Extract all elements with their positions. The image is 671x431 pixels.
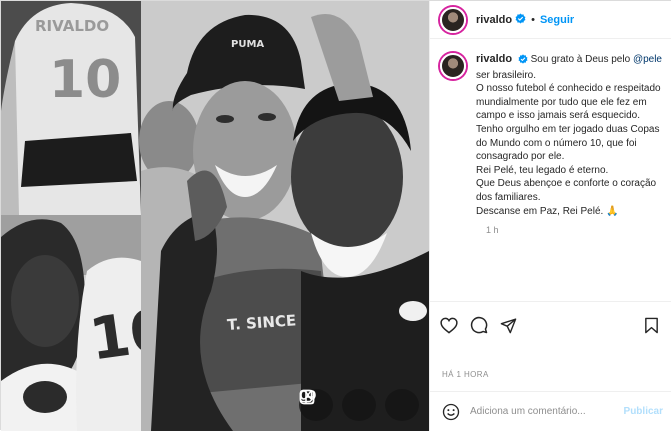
caption-row: rivaldo Sou grato à Deus pelo @pele ser … xyxy=(440,53,663,218)
post-timestamp[interactable]: HÁ 1 HORA xyxy=(442,370,489,379)
jersey-back-number: 10 xyxy=(49,50,121,110)
gallery-icon[interactable] xyxy=(299,389,419,421)
caption-age[interactable]: 1 h xyxy=(486,225,663,235)
post-image[interactable]: RIVALDO 10 10 PUMA T. SINCE 19 xyxy=(1,1,429,431)
author-username[interactable]: rivaldo xyxy=(476,14,512,26)
avatar[interactable] xyxy=(440,6,466,33)
comment-icon[interactable] xyxy=(470,316,488,334)
share-icon[interactable] xyxy=(500,317,517,334)
caption-line1: Sou grato à Deus pelo xyxy=(530,54,631,65)
layout-icon[interactable] xyxy=(299,389,376,421)
caption-section: rivaldo Sou grato à Deus pelo @pele ser … xyxy=(430,43,671,301)
media-controls xyxy=(299,389,419,421)
cap-logo: PUMA xyxy=(231,39,264,50)
follow-button[interactable]: Seguir xyxy=(540,14,574,26)
post-photo-collage: RIVALDO 10 10 PUMA T. SINCE 19 xyxy=(1,1,429,431)
separator-dot: • xyxy=(531,13,535,26)
heart-icon[interactable] xyxy=(440,317,458,334)
caption-text: rivaldo Sou grato à Deus pelo @pele ser … xyxy=(476,53,662,218)
publish-button[interactable]: Publicar xyxy=(624,406,663,417)
caption-farewell-line: Descanse em Paz, Rei Pelé. 🙏 xyxy=(476,205,619,217)
mention-link[interactable]: @pele xyxy=(633,54,662,65)
post-details-panel: rivaldo • Seguir rivaldo Sou grato à Deu… xyxy=(429,1,671,431)
action-bar: HÁ 1 HORA xyxy=(430,301,671,391)
action-row xyxy=(440,316,663,334)
post-header: rivaldo • Seguir xyxy=(430,1,671,39)
add-comment-bar: Publicar xyxy=(430,391,671,431)
caption-blessing-line: Que Deus abençoe e conforte o coração do… xyxy=(476,178,657,203)
jersey-back-name: RIVALDO xyxy=(35,17,109,35)
caption-paragraph: O nosso futebol é conhecido e respeitado… xyxy=(476,83,661,163)
verified-badge-icon xyxy=(518,54,528,69)
emoji-icon[interactable] xyxy=(442,403,460,421)
caption-legacy-line: Rei Pelé, teu legado é eterno. xyxy=(476,164,609,176)
verified-badge-icon xyxy=(515,11,526,29)
caption-username[interactable]: rivaldo xyxy=(476,53,512,65)
caption-avatar[interactable] xyxy=(440,53,466,79)
instagram-post-modal: RIVALDO 10 10 PUMA T. SINCE 19 rivaldo •… xyxy=(0,0,671,431)
caption-line1-end: ser brasileiro. xyxy=(476,69,537,81)
bookmark-icon[interactable] xyxy=(644,317,659,334)
comment-input[interactable] xyxy=(470,406,610,417)
